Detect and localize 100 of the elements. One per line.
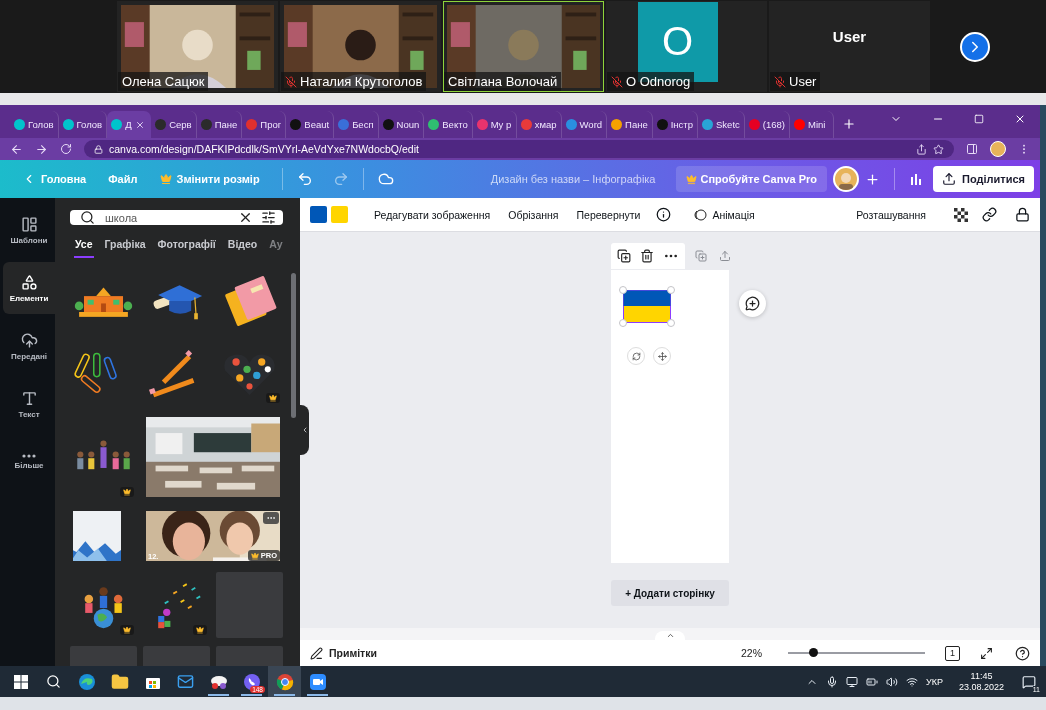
bar-chart-icon[interactable] bbox=[909, 172, 924, 186]
address-field[interactable]: canva.com/design/DAFKIPdcdlk/SmVYrl-AeVdYxe7NWdocbQ/edit bbox=[84, 140, 954, 158]
notes-icon[interactable] bbox=[310, 646, 323, 660]
color-swatch[interactable] bbox=[331, 206, 348, 223]
forward-icon[interactable] bbox=[35, 142, 48, 156]
rotate-button[interactable] bbox=[627, 347, 645, 365]
maximize-icon[interactable] bbox=[974, 113, 984, 124]
participant-label: User bbox=[789, 74, 817, 89]
sidebar-item[interactable]: Передані bbox=[3, 320, 55, 372]
lock-icon[interactable] bbox=[1015, 207, 1030, 222]
clear-icon[interactable] bbox=[238, 210, 253, 225]
comment-plus-icon bbox=[745, 296, 760, 311]
page-count-button[interactable]: 1 bbox=[945, 645, 960, 661]
language-indicator[interactable]: УКР bbox=[926, 676, 943, 687]
link-icon[interactable] bbox=[982, 207, 997, 222]
back-icon[interactable] bbox=[10, 142, 23, 156]
category-tab[interactable]: Фотографії bbox=[156, 236, 217, 258]
folder-icon bbox=[110, 672, 129, 691]
transparency-icon[interactable] bbox=[954, 207, 968, 222]
add-page-icon[interactable] bbox=[719, 250, 731, 262]
undo-icon[interactable] bbox=[296, 171, 313, 187]
crown-icon bbox=[685, 173, 697, 185]
add-comment-button[interactable] bbox=[739, 290, 766, 317]
battery-icon[interactable] bbox=[866, 675, 878, 688]
chevron-up-icon bbox=[665, 631, 675, 640]
wifi-icon[interactable] bbox=[906, 675, 918, 688]
volume-icon[interactable] bbox=[886, 675, 898, 688]
flag-image[interactable] bbox=[623, 290, 671, 323]
animate-button[interactable]: Анімація bbox=[691, 203, 757, 226]
resize-handle[interactable] bbox=[619, 286, 627, 294]
crown-icon bbox=[250, 551, 259, 560]
cloud-icon[interactable] bbox=[377, 171, 394, 187]
share-button[interactable]: Поділитися bbox=[933, 166, 1034, 192]
category-tab[interactable]: Відео bbox=[226, 236, 259, 258]
monitor-icon[interactable] bbox=[846, 675, 858, 688]
text-icon bbox=[20, 389, 38, 407]
side-panel-icon[interactable] bbox=[966, 143, 978, 155]
resize-handle[interactable] bbox=[667, 286, 675, 294]
clock-date: 23.08.2022 bbox=[958, 682, 1004, 692]
sidebar-item[interactable]: Текст bbox=[3, 378, 55, 430]
sidebar-item[interactable]: Більше bbox=[3, 436, 55, 488]
help-icon[interactable] bbox=[1015, 645, 1030, 661]
rotate-icon bbox=[631, 351, 641, 361]
reload-icon[interactable] bbox=[60, 143, 72, 155]
notes-button[interactable]: Примітки bbox=[329, 647, 377, 659]
clock-time: 11:45 bbox=[970, 671, 993, 681]
info-icon[interactable] bbox=[656, 207, 672, 222]
mail-icon bbox=[177, 673, 194, 690]
crop-button[interactable]: Обрізання bbox=[506, 204, 561, 225]
duplicate-icon[interactable] bbox=[617, 249, 631, 263]
circle-logo-icon bbox=[275, 672, 294, 691]
participant-name: User bbox=[832, 28, 867, 45]
zoom-percent: 22% bbox=[741, 647, 762, 659]
cloud-upload-icon bbox=[20, 331, 38, 349]
next-page-button[interactable] bbox=[960, 32, 990, 62]
flip-button[interactable]: Перевернути bbox=[574, 204, 643, 225]
microphone-icon[interactable] bbox=[826, 675, 838, 688]
close-icon bbox=[134, 119, 145, 130]
camera-icon bbox=[308, 672, 327, 691]
move-icon bbox=[657, 351, 667, 361]
user-avatar[interactable] bbox=[833, 166, 860, 192]
category-tab[interactable]: Усе bbox=[74, 236, 94, 258]
sidebar-item[interactable]: Елементи bbox=[3, 262, 55, 314]
trash-icon[interactable] bbox=[640, 249, 654, 263]
collapse-panel-button[interactable] bbox=[300, 405, 309, 455]
clock[interactable]: 11:45 23.08.2022 bbox=[958, 671, 1004, 692]
profile-avatar[interactable] bbox=[990, 141, 1006, 157]
edit-image-button[interactable]: Редагувати зображення bbox=[372, 204, 493, 225]
upload-icon bbox=[942, 172, 957, 186]
search-icon bbox=[80, 210, 95, 225]
new-tab-icon[interactable] bbox=[841, 117, 856, 131]
resize-handle[interactable] bbox=[619, 319, 627, 327]
try-pro-button[interactable]: Спробуйте Canva Pro bbox=[675, 166, 828, 192]
move-button[interactable] bbox=[653, 347, 671, 365]
resize-handle[interactable] bbox=[667, 319, 675, 327]
more-icon bbox=[22, 454, 36, 458]
fullscreen-icon[interactable] bbox=[980, 646, 993, 660]
category-tab[interactable]: Ау bbox=[268, 236, 284, 258]
shapes-icon bbox=[20, 273, 38, 291]
crown-icon bbox=[159, 173, 172, 185]
filter-icon[interactable] bbox=[261, 210, 276, 225]
add-page-button[interactable]: + Додати сторінку bbox=[611, 580, 729, 606]
scissors-icon bbox=[209, 673, 228, 690]
design-title: Дизайн без назви – Інфографіка bbox=[490, 173, 656, 185]
slider-thumb[interactable] bbox=[808, 648, 818, 657]
position-button[interactable]: Розташування bbox=[854, 204, 928, 225]
swirl-icon bbox=[77, 672, 96, 691]
add-icon[interactable] bbox=[865, 171, 881, 187]
category-tab[interactable]: Графіка bbox=[103, 236, 147, 258]
color-swatch[interactable] bbox=[310, 206, 327, 223]
search-bar[interactable]: школа bbox=[70, 210, 283, 225]
circles-icon bbox=[693, 207, 708, 222]
more-button[interactable] bbox=[263, 512, 279, 524]
layout-icon bbox=[20, 215, 38, 233]
start-icon bbox=[13, 674, 28, 689]
browser-tab[interactable]: Д bbox=[107, 111, 152, 138]
share-icon bbox=[916, 143, 927, 155]
graphic-thumbnail[interactable] bbox=[70, 508, 124, 564]
sidebar-item[interactable]: Шаблони bbox=[3, 204, 55, 256]
scrollbar[interactable] bbox=[291, 273, 296, 418]
